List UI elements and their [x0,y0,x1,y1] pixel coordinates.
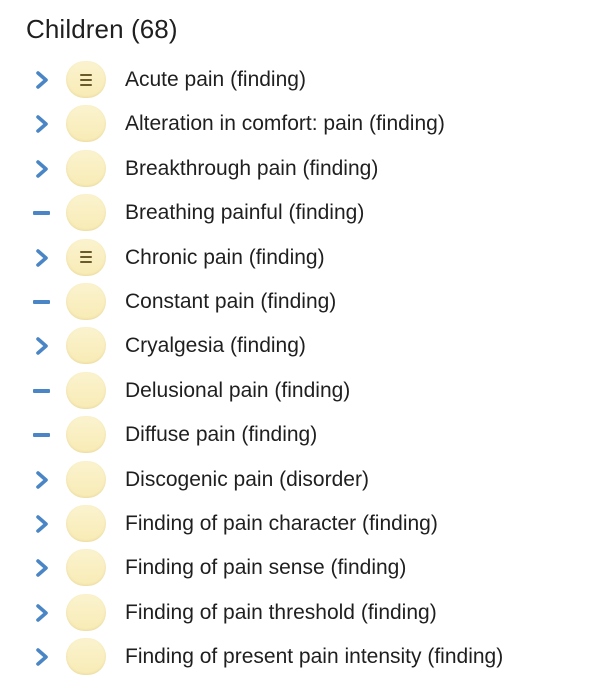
list-item: Breakthrough pain (finding) [0,147,600,191]
concept-link[interactable]: Finding of pain threshold (finding) [125,600,437,626]
concept-link[interactable]: Diffuse pain (finding) [125,422,317,448]
primitive-concept-icon [66,194,106,232]
concept-link[interactable]: Chronic pain (finding) [125,245,325,271]
chevron-right-icon[interactable] [30,334,54,358]
chevron-right-icon[interactable] [30,246,54,270]
chevron-right-icon[interactable] [30,68,54,92]
concept-link[interactable]: Acute pain (finding) [125,67,306,93]
concept-link[interactable]: Discogenic pain (disorder) [125,467,369,493]
list-item: Finding of pain character (finding) [0,502,600,546]
dash-icon [33,388,50,393]
primitive-concept-icon [66,549,106,587]
list-item: Finding of pain threshold (finding) [0,591,600,635]
dash-icon [33,299,50,304]
children-heading: Children (68) [26,14,178,44]
primitive-concept-icon [66,504,106,542]
concept-link[interactable]: Constant pain (finding) [125,289,336,315]
primitive-concept-icon [66,149,106,187]
chevron-right-icon[interactable] [30,157,54,181]
list-item: Diffuse pain (finding) [0,413,600,457]
fully-defined-concept-icon [66,61,106,98]
primitive-concept-icon [66,638,106,676]
list-item: Discogenic pain (disorder) [0,458,600,502]
concept-link[interactable]: Delusional pain (finding) [125,378,350,404]
list-item: Cryalgesia (finding) [0,324,600,368]
chevron-right-icon[interactable] [30,601,54,625]
dash-icon [33,433,50,438]
concept-link[interactable]: Alteration in comfort: pain (finding) [125,111,445,137]
primitive-concept-icon [66,371,106,409]
children-panel: Children (68) Acute pain (finding) Altera… [0,0,600,683]
concept-link[interactable]: Finding of pain sense (finding) [125,555,406,581]
primitive-concept-icon [66,105,106,143]
list-item: Acute pain (finding) [0,58,600,102]
chevron-right-icon[interactable] [30,645,54,669]
primitive-concept-icon [66,282,106,320]
list-item: Alteration in comfort: pain (finding) [0,102,600,146]
primitive-concept-icon [66,327,106,365]
chevron-right-icon[interactable] [30,556,54,580]
concept-link[interactable]: Finding of present pain intensity (findi… [125,644,503,670]
concept-link[interactable]: Cryalgesia (finding) [125,333,306,359]
dash-icon [33,211,50,216]
definition-lines-icon [80,251,92,264]
children-list: Acute pain (finding) Alteration in comfor… [0,58,600,679]
list-item: Constant pain (finding) [0,280,600,324]
list-item: Finding of present pain intensity (findi… [0,635,600,679]
primitive-concept-icon [66,460,106,498]
chevron-right-icon[interactable] [30,112,54,136]
list-item: Finding of pain sense (finding) [0,546,600,590]
list-item: Delusional pain (finding) [0,369,600,413]
concept-link[interactable]: Finding of pain character (finding) [125,511,438,537]
primitive-concept-icon [66,416,106,454]
chevron-right-icon[interactable] [30,468,54,492]
fully-defined-concept-icon [66,238,106,276]
chevron-right-icon[interactable] [30,512,54,536]
primitive-concept-icon [66,593,106,631]
list-item: Breathing painful (finding) [0,191,600,235]
concept-link[interactable]: Breakthrough pain (finding) [125,156,378,182]
list-item: Chronic pain (finding) [0,236,600,280]
concept-link[interactable]: Breathing painful (finding) [125,200,364,226]
definition-lines-icon [80,73,92,86]
